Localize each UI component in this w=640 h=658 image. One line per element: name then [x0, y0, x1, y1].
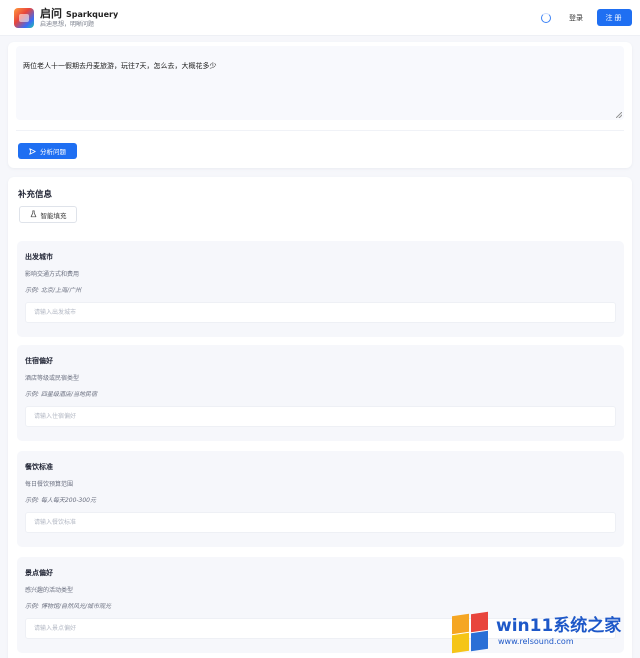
field-accommodation: 住宿偏好 酒店等级或民宿类型 示例: 四星级酒店/当地民宿 [17, 345, 624, 441]
watermark: win11系统之家 www.relsound.com [450, 606, 640, 658]
question-card: 两位老人十一假期去丹麦旅游，玩往7天，怎么去，大概花多少 分析问题 [8, 42, 632, 168]
field-example: 示例: 四星级酒店/当地民宿 [25, 391, 97, 398]
brand[interactable]: 启问 Sparkquery 启迪思想，明晰问题 [40, 8, 118, 28]
login-link[interactable]: 登录 [569, 13, 583, 23]
smart-fill-label: 智能填充 [40, 211, 67, 220]
app-logo-icon[interactable] [14, 7, 34, 28]
divider [16, 130, 624, 131]
brand-tagline: 启迪思想，明晰问题 [40, 20, 95, 28]
send-icon [29, 147, 36, 155]
field-title: 餐饮标准 [25, 463, 53, 471]
accommodation-input[interactable] [25, 406, 616, 427]
field-description: 每日餐饮预算范围 [25, 481, 74, 488]
register-button[interactable]: 注册 [597, 9, 632, 26]
field-example: 示例: 每人每天200-300元 [25, 497, 96, 504]
question-text: 两位老人十一假期去丹麦旅游，玩往7天，怎么去，大概花多少 [23, 62, 217, 70]
field-title: 住宿偏好 [25, 357, 53, 365]
field-description: 酒店等级或民宿类型 [25, 375, 80, 382]
flask-icon [30, 210, 37, 220]
watermark-title: win11系统之家 [496, 616, 622, 637]
analyze-question-button[interactable]: 分析问题 [18, 143, 77, 159]
watermark-url: www.relsound.com [498, 636, 574, 646]
field-departure-city: 出发城市 影响交通方式和费用 示例: 北京/上海/广州 [17, 241, 624, 337]
resize-handle-icon[interactable] [616, 112, 622, 118]
field-description: 感兴趣的活动类型 [25, 587, 74, 594]
field-dining: 餐饮标准 每日餐饮预算范围 示例: 每人每天200-300元 [17, 451, 624, 547]
brand-name-cn: 启问 [40, 6, 62, 20]
top-bar: 启问 Sparkquery 启迪思想，明晰问题 登录 注册 [0, 0, 640, 36]
field-description: 影响交通方式和费用 [25, 271, 80, 278]
supplement-title: 补充信息 [18, 190, 53, 200]
field-title: 出发城市 [25, 253, 53, 261]
smart-fill-button[interactable]: 智能填充 [19, 206, 77, 223]
header-actions: 登录 注册 [541, 9, 632, 26]
dining-input[interactable] [25, 512, 616, 533]
loading-circle-icon [541, 12, 551, 23]
analyze-button-label: 分析问题 [40, 148, 66, 156]
brand-name-en: Sparkquery [66, 9, 119, 19]
field-example: 示例: 北京/上海/广州 [25, 287, 81, 294]
departure-city-input[interactable] [25, 302, 616, 323]
question-textarea[interactable]: 两位老人十一假期去丹麦旅游，玩往7天，怎么去，大概花多少 [16, 46, 624, 120]
supplement-card: 补充信息 智能填充 出发城市 影响交通方式和费用 示例: 北京/上海/广州 住宿… [8, 177, 632, 658]
field-example: 示例: 博物馆/自然风光/城市观光 [25, 603, 111, 610]
field-title: 景点偏好 [25, 569, 53, 577]
windows-logo-icon [450, 611, 490, 654]
